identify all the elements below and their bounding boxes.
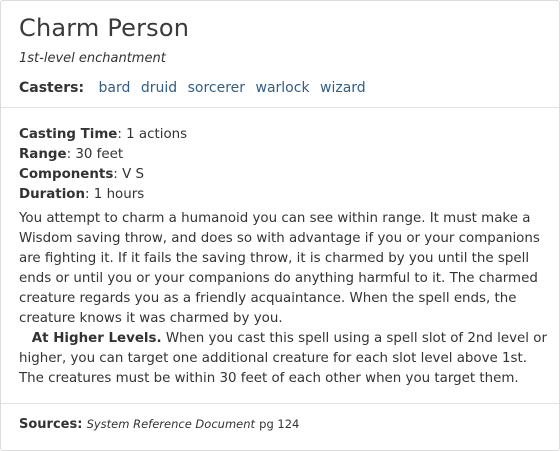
casting-time-value: 1 actions	[126, 127, 188, 142]
caster-link-sorcerer[interactable]: sorcerer	[188, 80, 245, 96]
range-label: Range	[19, 147, 67, 162]
spell-header: Charm Person 1st-level enchantment Caste…	[1, 1, 559, 107]
spell-card: Charm Person 1st-level enchantment Caste…	[0, 0, 560, 451]
casting-time-row: Casting Time: 1 actions	[19, 127, 188, 142]
components-value: V S	[122, 167, 144, 182]
range-row: Range: 30 feet	[19, 147, 124, 162]
source-page: pg 124	[259, 417, 300, 431]
casters-label: Casters:	[19, 80, 85, 96]
range-value: 30 feet	[75, 147, 124, 162]
spell-level-school: 1st-level enchantment	[19, 51, 166, 66]
components-row: Components: V S	[19, 167, 144, 182]
spell-title: Charm Person	[19, 14, 190, 42]
duration-label: Duration	[19, 187, 86, 202]
higher-levels-label: At Higher Levels.	[31, 331, 162, 346]
caster-link-druid[interactable]: druid	[141, 80, 177, 96]
higher-levels-paragraph: At Higher Levels. When you cast this spe…	[19, 329, 549, 389]
duration-row: Duration: 1 hours	[19, 187, 145, 202]
spell-description: You attempt to charm a humanoid you can …	[19, 211, 540, 326]
casters-row: Casters: bard druid sorcerer warlock wiz…	[19, 80, 366, 96]
caster-link-warlock[interactable]: warlock	[256, 80, 310, 96]
components-label: Components	[19, 167, 114, 182]
spell-body: Casting Time: 1 actions Range: 30 feet C…	[19, 125, 549, 389]
duration-value: 1 hours	[93, 187, 145, 202]
sources-row: Sources: System Reference Document pg 12…	[19, 417, 299, 432]
caster-link-wizard[interactable]: wizard	[320, 80, 366, 96]
source-document: System Reference Document	[86, 417, 256, 431]
casting-time-label: Casting Time	[19, 127, 118, 142]
header-divider	[1, 107, 559, 108]
sources-label: Sources:	[19, 417, 83, 432]
caster-link-bard[interactable]: bard	[99, 80, 131, 96]
footer-divider	[1, 403, 559, 404]
